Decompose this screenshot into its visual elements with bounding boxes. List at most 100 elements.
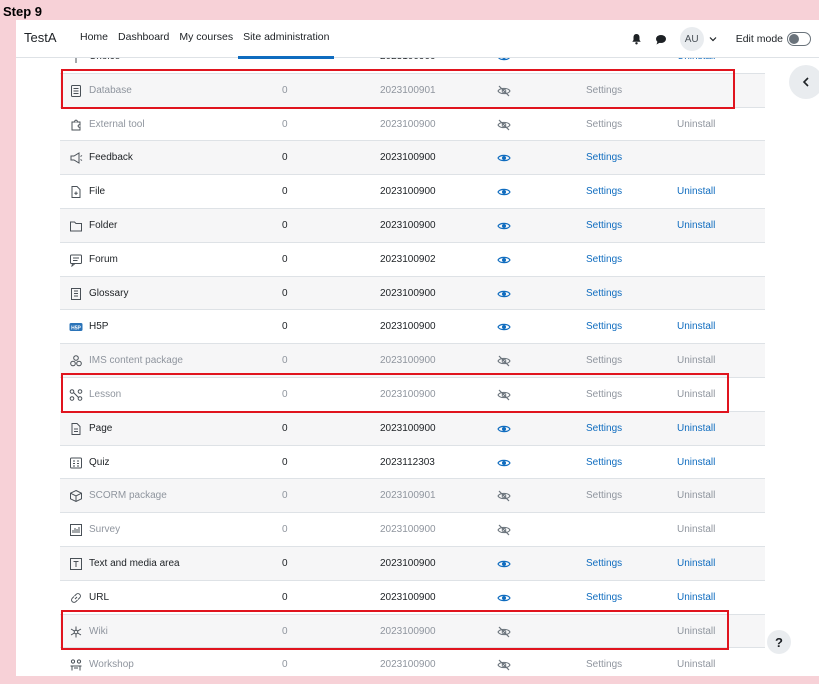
module-instances: 0 bbox=[282, 558, 288, 569]
uninstall-link[interactable]: Uninstall bbox=[677, 220, 715, 231]
eye-icon[interactable] bbox=[497, 422, 511, 436]
h5p-icon: H5P bbox=[69, 320, 83, 334]
module-instances: 0 bbox=[282, 253, 288, 265]
module-row-wiki: Wiki 0 2023100900 Uninstall bbox=[60, 613, 765, 648]
eye-icon[interactable] bbox=[497, 320, 511, 334]
module-name: SCORM package bbox=[89, 490, 167, 502]
uninstall-link[interactable]: Uninstall bbox=[677, 524, 715, 535]
module-version: 2023100900 bbox=[380, 118, 436, 130]
eye-slash-icon[interactable] bbox=[497, 658, 511, 672]
eye-slash-icon[interactable] bbox=[497, 388, 511, 402]
page-icon bbox=[69, 422, 83, 436]
module-instances: 0 bbox=[282, 152, 288, 164]
module-row-feedback: Feedback 0 2023100900 Settings bbox=[60, 140, 765, 175]
eye-icon[interactable] bbox=[497, 557, 511, 571]
module-instances: 0 bbox=[282, 220, 288, 231]
module-row-page: Page 0 2023100900 Settings Uninstall bbox=[60, 410, 765, 445]
nav-my-courses[interactable]: My courses bbox=[174, 20, 238, 58]
eye-icon[interactable] bbox=[497, 253, 511, 267]
uninstall-link[interactable]: Uninstall bbox=[677, 592, 715, 603]
module-version: 2023100900 bbox=[380, 220, 436, 231]
uninstall-link[interactable]: Uninstall bbox=[677, 558, 715, 569]
eye-icon[interactable] bbox=[497, 287, 511, 301]
module-name: IMS content package bbox=[89, 355, 183, 367]
uninstall-link[interactable]: Uninstall bbox=[677, 321, 715, 332]
uninstall-link[interactable]: Uninstall bbox=[677, 490, 715, 501]
avatar[interactable]: AU bbox=[679, 27, 704, 51]
eye-icon[interactable] bbox=[497, 151, 511, 165]
settings-link[interactable]: Settings bbox=[586, 558, 622, 569]
module-instances: 0 bbox=[282, 321, 288, 333]
chevron-down-icon[interactable] bbox=[708, 34, 718, 44]
uninstall-link[interactable]: Uninstall bbox=[677, 457, 715, 468]
drawer-toggle-button[interactable] bbox=[789, 65, 819, 99]
help-button[interactable]: ? bbox=[767, 630, 791, 654]
module-instances: 0 bbox=[282, 186, 288, 198]
forum-icon bbox=[69, 253, 83, 267]
settings-link[interactable]: Settings bbox=[586, 152, 622, 163]
settings-link[interactable]: Settings bbox=[586, 254, 622, 265]
eye-slash-icon[interactable] bbox=[497, 523, 511, 537]
uninstall-link[interactable]: Uninstall bbox=[677, 186, 715, 197]
edit-mode-toggle[interactable] bbox=[787, 32, 811, 46]
nav-site-administration[interactable]: Site administration bbox=[238, 20, 335, 59]
bell-icon[interactable] bbox=[628, 30, 646, 48]
module-version: 2023100901 bbox=[380, 490, 436, 502]
uninstall-link[interactable]: Uninstall bbox=[677, 355, 715, 366]
settings-link[interactable]: Settings bbox=[586, 119, 622, 130]
module-instances: 0 bbox=[282, 84, 288, 96]
module-version: 2023100900 bbox=[380, 186, 436, 198]
module-name: Page bbox=[89, 422, 113, 434]
eye-icon[interactable] bbox=[497, 219, 511, 233]
settings-link[interactable]: Settings bbox=[586, 490, 622, 501]
uninstall-link[interactable]: Uninstall bbox=[677, 423, 715, 434]
settings-link[interactable]: Settings bbox=[586, 423, 622, 434]
settings-link[interactable]: Settings bbox=[586, 288, 622, 299]
module-name: Feedback bbox=[89, 152, 133, 164]
module-version: 2023100900 bbox=[380, 355, 436, 367]
eye-slash-icon[interactable] bbox=[497, 84, 511, 98]
eye-slash-icon[interactable] bbox=[497, 489, 511, 503]
module-name: File bbox=[89, 186, 106, 198]
uninstall-link[interactable]: Uninstall bbox=[677, 659, 715, 670]
nav-dashboard[interactable]: Dashboard bbox=[113, 20, 174, 58]
settings-link[interactable]: Settings bbox=[586, 220, 622, 231]
module-row-quiz: Quiz 0 2023112303 Settings Uninstall bbox=[60, 444, 765, 479]
settings-link[interactable]: Settings bbox=[586, 659, 622, 670]
settings-link[interactable]: Settings bbox=[586, 355, 622, 366]
settings-link[interactable]: Settings bbox=[586, 389, 622, 400]
module-version: 2023100900 bbox=[380, 659, 436, 671]
settings-link[interactable]: Settings bbox=[586, 186, 622, 197]
eye-slash-icon[interactable] bbox=[497, 354, 511, 368]
database-icon bbox=[69, 84, 83, 98]
settings-link[interactable]: Settings bbox=[586, 592, 622, 603]
uninstall-link[interactable]: Uninstall bbox=[677, 626, 715, 637]
eye-slash-icon[interactable] bbox=[497, 118, 511, 132]
settings-link[interactable]: Settings bbox=[586, 321, 622, 332]
uninstall-link[interactable]: Uninstall bbox=[677, 119, 715, 130]
site-brand[interactable]: TestA bbox=[24, 30, 57, 45]
eye-icon[interactable] bbox=[497, 591, 511, 605]
module-version: 2023112303 bbox=[380, 456, 435, 468]
module-name: Lesson bbox=[89, 389, 122, 400]
module-row-forum: Forum 0 2023100902 Settings bbox=[60, 241, 765, 276]
module-row-workshop: Workshop 0 2023100900 Settings Uninstall bbox=[60, 647, 765, 676]
package-icon bbox=[69, 354, 83, 368]
eye-icon[interactable] bbox=[497, 185, 511, 199]
module-name: Workshop bbox=[89, 659, 134, 671]
nav-home[interactable]: Home bbox=[75, 20, 113, 58]
quiz-icon bbox=[69, 456, 83, 470]
lesson-icon bbox=[69, 388, 83, 402]
settings-link[interactable]: Settings bbox=[586, 457, 622, 468]
chat-icon[interactable] bbox=[652, 30, 670, 48]
eye-slash-icon[interactable] bbox=[497, 625, 511, 639]
settings-link[interactable]: Settings bbox=[586, 85, 622, 96]
module-row-url: URL 0 2023100900 Settings Uninstall bbox=[60, 579, 765, 614]
module-name: External tool bbox=[89, 118, 145, 130]
module-name: URL bbox=[89, 591, 110, 603]
module-row-scorm-package: SCORM package 0 2023100901 Settings Uninstal… bbox=[60, 478, 765, 513]
module-name: Database bbox=[89, 84, 132, 96]
eye-icon[interactable] bbox=[497, 456, 511, 470]
user-navigation: AU Edit mode bbox=[622, 20, 811, 58]
uninstall-link[interactable]: Uninstall bbox=[677, 389, 715, 400]
